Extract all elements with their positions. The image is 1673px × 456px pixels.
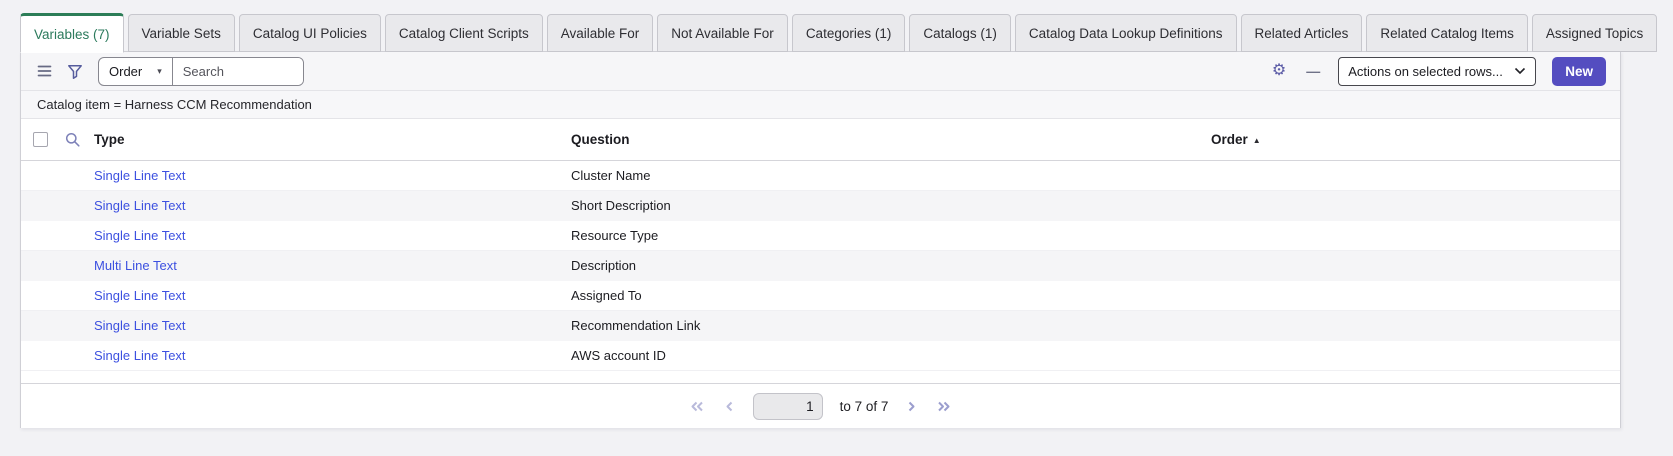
list-toolbar: Order ▾ ⚙ — Actions on selected rows... … <box>21 52 1620 91</box>
list-settings-button[interactable]: ⚙ <box>1270 61 1288 81</box>
tab-catalog-data-lookup-definitions[interactable]: Catalog Data Lookup Definitions <box>1015 14 1237 52</box>
breadcrumb: Catalog item = Harness CCM Recommendatio… <box>21 91 1620 119</box>
tab-catalog-ui-policies[interactable]: Catalog UI Policies <box>239 14 381 52</box>
table-row: Single Line Text Recommendation Link <box>21 311 1620 341</box>
search-icon <box>65 132 81 148</box>
search-input[interactable] <box>173 58 303 85</box>
column-header-order-label: Order <box>1211 132 1248 147</box>
list-search-group: Order ▾ <box>98 57 304 86</box>
question-cell: Cluster Name <box>571 168 1211 183</box>
table-row: Single Line Text Assigned To <box>21 281 1620 311</box>
chevron-right-icon <box>907 401 916 412</box>
pagination-range-text: to 7 of 7 <box>840 399 889 414</box>
last-page-button[interactable] <box>935 399 953 414</box>
variables-list-panel: Order ▾ ⚙ — Actions on selected rows... … <box>20 51 1621 428</box>
select-all-checkbox[interactable] <box>33 132 48 147</box>
variable-type-link[interactable]: Single Line Text <box>94 228 186 243</box>
table-row: Single Line Text Resource Type <box>21 221 1620 251</box>
variable-type-link[interactable]: Single Line Text <box>94 348 186 363</box>
chevron-left-icon <box>725 401 734 412</box>
previous-page-button[interactable] <box>723 399 736 414</box>
variable-type-link[interactable]: Single Line Text <box>94 168 186 183</box>
breadcrumb-filter-text[interactable]: Catalog item = Harness CCM Recommendatio… <box>37 97 312 112</box>
search-column-select[interactable]: Order ▾ <box>99 58 173 85</box>
table-header-row: Type Question Order ▲ <box>21 119 1620 161</box>
variable-type-link[interactable]: Single Line Text <box>94 318 186 333</box>
variable-type-link[interactable]: Single Line Text <box>94 198 186 213</box>
tab-catalogs-1[interactable]: Catalogs (1) <box>909 14 1011 52</box>
tab-assigned-topics[interactable]: Assigned Topics <box>1532 14 1657 52</box>
variable-type-link[interactable]: Multi Line Text <box>94 258 177 273</box>
tab-available-for[interactable]: Available For <box>547 14 654 52</box>
pagination-bar: to 7 of 7 <box>21 383 1620 428</box>
chevron-down-icon: ▾ <box>157 66 162 77</box>
tab-related-catalog-items[interactable]: Related Catalog Items <box>1366 14 1528 52</box>
question-cell: Recommendation Link <box>571 318 1211 333</box>
question-cell: Assigned To <box>571 288 1211 303</box>
double-chevron-right-icon <box>937 401 951 412</box>
variable-type-link[interactable]: Single Line Text <box>94 288 186 303</box>
question-cell: Resource Type <box>571 228 1211 243</box>
tab-variable-sets[interactable]: Variable Sets <box>128 14 235 52</box>
gear-icon: ⚙ <box>1272 63 1286 79</box>
minus-icon: — <box>1306 64 1320 78</box>
next-page-button[interactable] <box>905 399 918 414</box>
question-cell: AWS account ID <box>571 348 1211 363</box>
tab-categories-1[interactable]: Categories (1) <box>792 14 906 52</box>
tab-bar: Variables (7)Variable SetsCatalog UI Pol… <box>20 13 1657 52</box>
hamburger-menu-icon <box>37 65 52 77</box>
list-menu-button[interactable] <box>35 63 54 79</box>
table-row: Multi Line Text Description <box>21 251 1620 281</box>
table-row: Single Line Text Short Description <box>21 191 1620 221</box>
tab-not-available-for[interactable]: Not Available For <box>657 14 788 52</box>
question-cell: Short Description <box>571 198 1211 213</box>
chevron-down-icon <box>1514 67 1526 75</box>
page-number-input[interactable] <box>753 393 823 420</box>
first-page-button[interactable] <box>688 399 706 414</box>
column-header-order[interactable]: Order ▲ <box>1211 132 1620 147</box>
actions-on-selected-rows-select[interactable]: Actions on selected rows... <box>1338 57 1536 86</box>
column-header-question[interactable]: Question <box>571 132 1211 147</box>
actions-select-label: Actions on selected rows... <box>1348 64 1503 79</box>
filter-funnel-icon <box>67 64 83 79</box>
table-body: Single Line Text Cluster Name Single Lin… <box>21 161 1620 371</box>
tab-variables-7[interactable]: Variables (7) <box>20 13 124 53</box>
column-header-type[interactable]: Type <box>94 132 571 147</box>
column-search-button[interactable] <box>65 132 81 148</box>
collapse-list-button[interactable]: — <box>1304 62 1322 80</box>
toolbar-right-group: ⚙ — Actions on selected rows... New <box>1270 57 1606 86</box>
sort-ascending-icon: ▲ <box>1253 136 1261 145</box>
tab-related-articles[interactable]: Related Articles <box>1241 14 1363 52</box>
double-chevron-left-icon <box>690 401 704 412</box>
table-row: Single Line Text AWS account ID <box>21 341 1620 371</box>
filter-button[interactable] <box>65 62 85 81</box>
table-row: Single Line Text Cluster Name <box>21 161 1620 191</box>
question-cell: Description <box>571 258 1211 273</box>
table-header-controls <box>21 132 94 148</box>
tab-catalog-client-scripts[interactable]: Catalog Client Scripts <box>385 14 543 52</box>
new-button[interactable]: New <box>1552 57 1606 86</box>
search-column-value: Order <box>109 64 142 79</box>
